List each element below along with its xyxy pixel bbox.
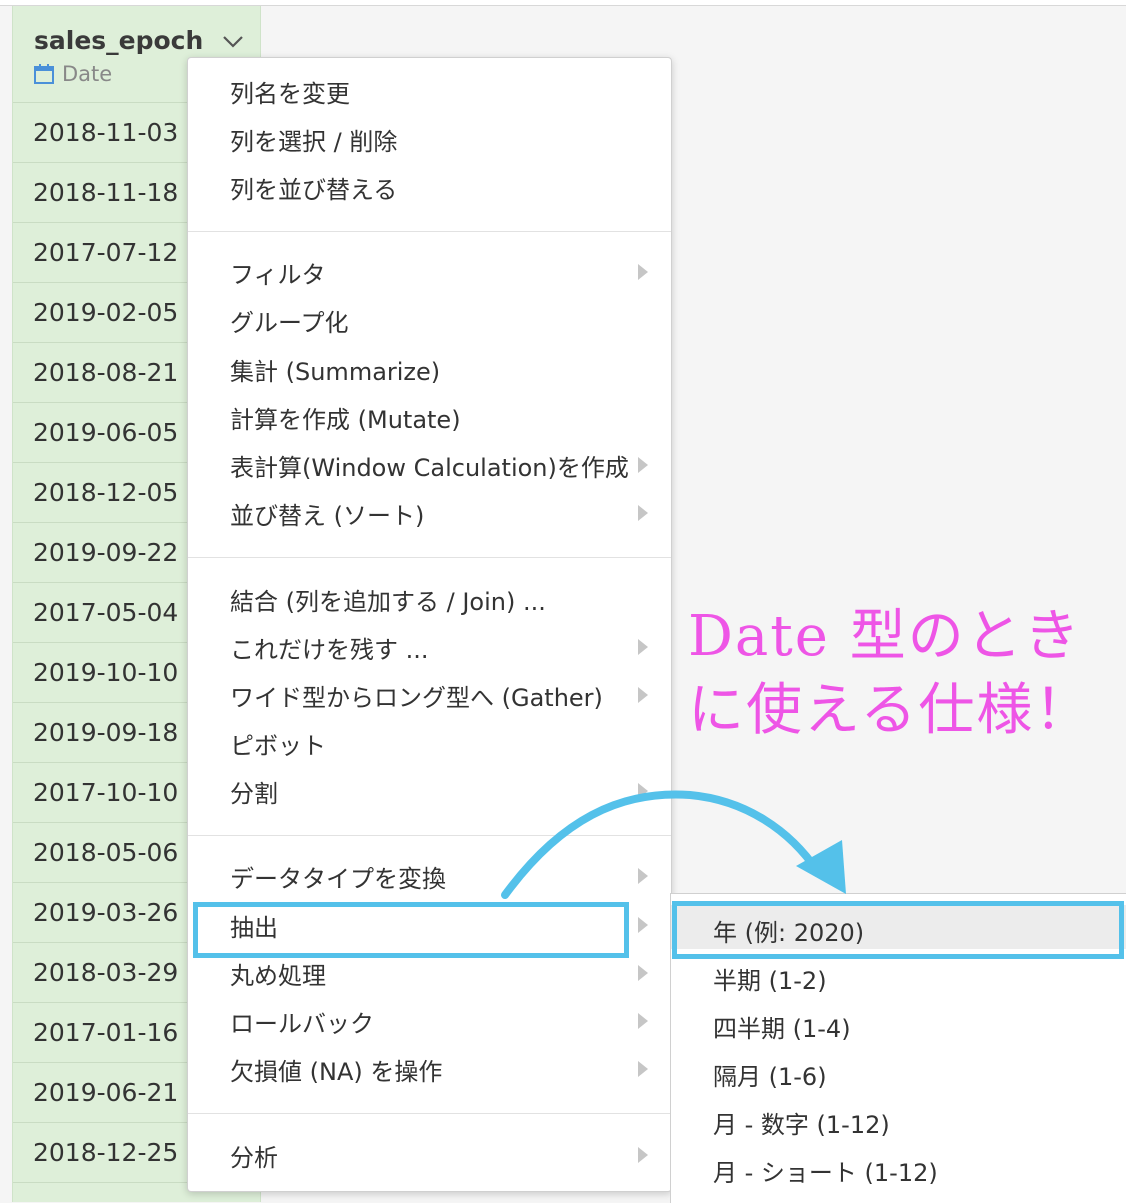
submenu-arrow-icon: [638, 965, 648, 981]
menu-item-rollback[interactable]: ロールバック: [188, 999, 671, 1043]
menu-divider: [188, 557, 671, 558]
submenu-arrow-icon: [638, 264, 648, 280]
submenu-arrow-icon: [638, 783, 648, 799]
submenu-arrow-icon: [638, 1013, 648, 1029]
menu-item-summarize[interactable]: 集計 (Summarize): [188, 347, 671, 391]
year-highlight-box: [672, 901, 1124, 959]
column-type-label: Date: [62, 62, 113, 86]
submenu-item-half-year[interactable]: 半期 (1-2): [671, 953, 1126, 997]
menu-divider: [188, 835, 671, 836]
submenu-arrow-icon: [638, 505, 648, 521]
submenu-arrow-icon: [638, 639, 648, 655]
chevron-down-icon[interactable]: [221, 32, 245, 50]
menu-item-filter[interactable]: フィルタ: [188, 250, 671, 294]
submenu-arrow-icon: [638, 1147, 648, 1163]
menu-item-pivot[interactable]: ピボット: [188, 721, 671, 765]
menu-item-join[interactable]: 結合 (列を追加する / Join) ...: [188, 577, 671, 621]
submenu-arrow-icon: [638, 1061, 648, 1077]
column-context-menu: 列名を変更 列を選択 / 削除 列を並び替える フィルタ グループ化 集計 (S…: [187, 57, 672, 1192]
submenu-arrow-icon: [638, 868, 648, 884]
menu-item-group[interactable]: グループ化: [188, 298, 671, 342]
menu-item-split[interactable]: 分割: [188, 769, 671, 813]
submenu-arrow-icon: [638, 687, 648, 703]
calendar-icon: [34, 64, 54, 84]
menu-item-window-calc[interactable]: 表計算(Window Calculation)を作成: [188, 443, 671, 487]
menu-item-gather[interactable]: ワイド型からロング型へ (Gather): [188, 673, 671, 717]
menu-item-keep-only[interactable]: これだけを残す ...: [188, 625, 671, 669]
menu-item-analysis[interactable]: 分析: [188, 1133, 671, 1177]
menu-item-na-handling[interactable]: 欠損値 (NA) を操作: [188, 1047, 671, 1091]
submenu-item-bimonth[interactable]: 隔月 (1-6): [671, 1049, 1126, 1093]
menu-divider: [188, 231, 671, 232]
menu-item-mutate[interactable]: 計算を作成 (Mutate): [188, 395, 671, 439]
submenu-item-month-number[interactable]: 月 - 数字 (1-12): [671, 1097, 1126, 1141]
column-type: Date: [33, 62, 112, 86]
extract-highlight-box: [193, 902, 629, 958]
annotation-line-1: Date 型のとき: [688, 604, 1082, 669]
annotation-text: Date 型のとき に使える仕様！: [688, 600, 1126, 748]
column-name: sales_epoch: [34, 26, 204, 55]
menu-item-rename[interactable]: 列名を変更: [188, 69, 671, 113]
menu-item-convert-type[interactable]: データタイプを変換: [188, 854, 671, 898]
submenu-arrow-icon: [638, 917, 648, 933]
menu-item-select-delete[interactable]: 列を選択 / 削除: [188, 117, 671, 161]
menu-divider: [188, 1113, 671, 1114]
submenu-arrow-icon: [638, 457, 648, 473]
submenu-item-quarter[interactable]: 四半期 (1-4): [671, 1001, 1126, 1045]
annotation-line-2: に使える仕様！: [688, 678, 1093, 743]
menu-item-sort[interactable]: 並び替え (ソート): [188, 491, 671, 535]
menu-item-reorder[interactable]: 列を並び替える: [188, 165, 671, 209]
submenu-item-month-short[interactable]: 月 - ショート (1-12): [671, 1145, 1126, 1189]
